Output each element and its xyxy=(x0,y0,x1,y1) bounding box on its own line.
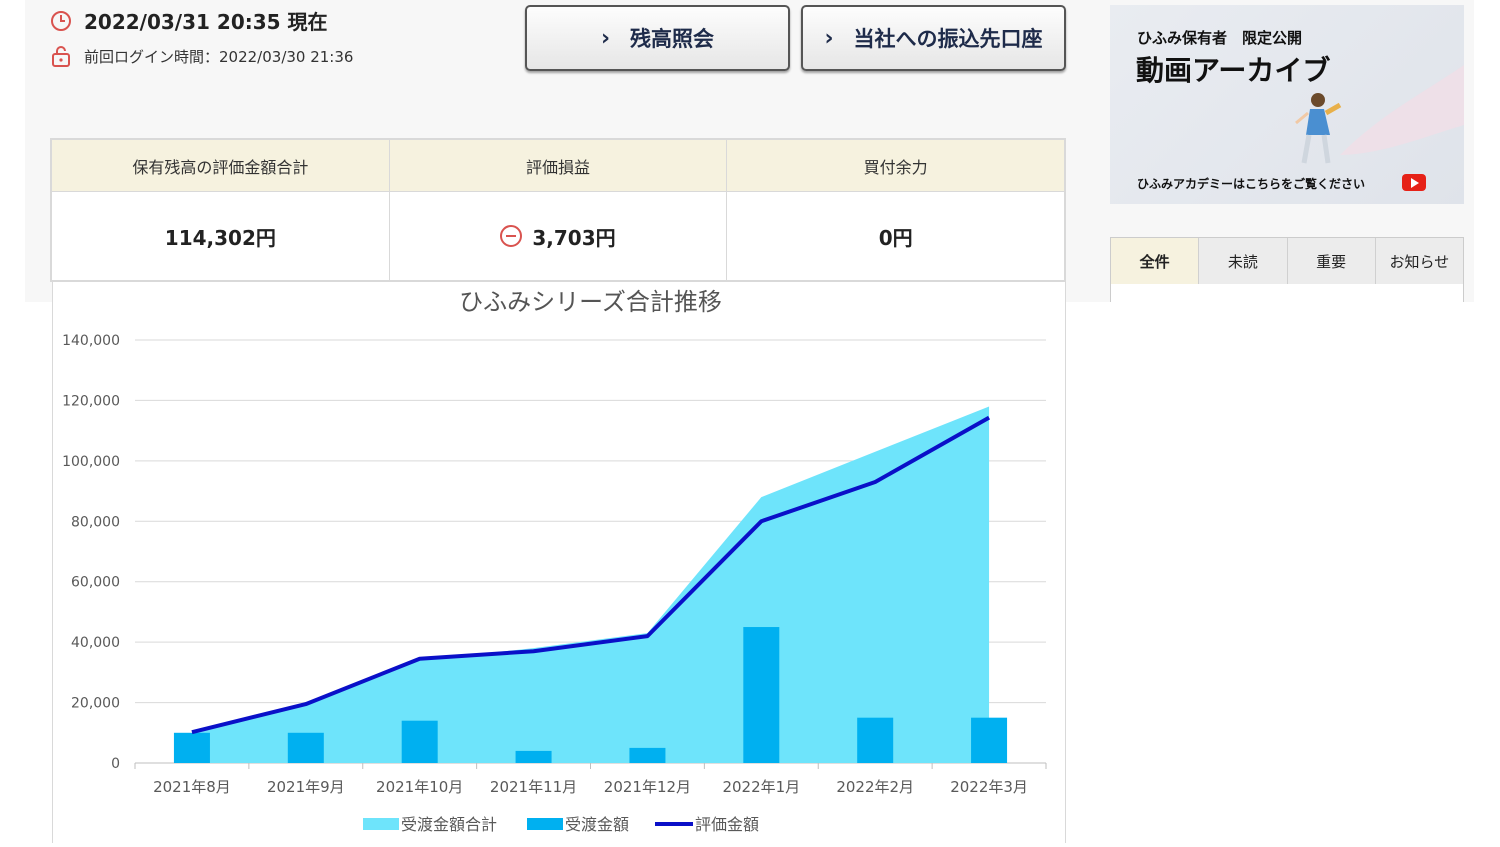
tab-all[interactable]: 全件 xyxy=(1111,238,1200,284)
bar-delivered-amount xyxy=(971,717,1008,763)
tab-notices[interactable]: お知らせ xyxy=(1375,238,1463,284)
clock-icon xyxy=(51,10,71,31)
y-tick-label: 60,000 xyxy=(71,575,120,591)
youtube-icon xyxy=(1402,174,1426,191)
x-tick-label: 2021年10月 xyxy=(376,778,463,796)
x-tick-label: 2022年1月 xyxy=(722,778,800,796)
y-tick-label: 140,000 xyxy=(62,333,120,349)
last-login-text: 前回ログイン時間：2022/03/30 21:36 xyxy=(84,47,354,66)
bar-delivered-amount xyxy=(857,717,894,763)
x-tick-label: 2021年12月 xyxy=(604,778,691,796)
last-login-row: 前回ログイン時間：2022/03/30 21:36 xyxy=(50,45,353,67)
legend-swatch-area xyxy=(363,818,399,830)
buying-power-amount: 0円 xyxy=(878,225,913,250)
x-tick-label: 2021年8月 xyxy=(153,778,231,796)
legend-label-bar: 受渡金額 xyxy=(565,815,629,834)
x-tick-label: 2022年2月 xyxy=(836,778,914,796)
balance-inquiry-label: 残高照会 xyxy=(630,27,715,51)
summary-valuation-value: 114,302円 xyxy=(52,192,390,280)
holdings-summary-table: 保有残高の評価金額合計 評価損益 買付余力 114,302円 3,703円 0円 xyxy=(50,138,1066,282)
y-tick-label: 20,000 xyxy=(71,696,120,712)
current-timestamp: 2022/03/31 20:35 現在 xyxy=(84,10,328,34)
banner-subtitle: ひふみ保有者 限定公開 xyxy=(1137,29,1303,47)
tab-unread[interactable]: 未読 xyxy=(1199,238,1288,284)
y-tick-label: 120,000 xyxy=(62,393,120,409)
summary-header-valuation: 保有残高の評価金額合計 xyxy=(52,140,390,191)
x-tick-label: 2021年9月 xyxy=(267,778,345,796)
lock-icon xyxy=(52,46,70,67)
legend-swatch-bar xyxy=(527,818,563,830)
bar-delivered-amount xyxy=(401,720,438,763)
bar-delivered-amount xyxy=(173,732,210,763)
notice-tabs: 全件 未読 重要 お知らせ xyxy=(1110,237,1464,302)
y-tick-label: 40,000 xyxy=(71,635,120,651)
video-archive-banner[interactable]: ひふみ保有者 限定公開 動画アーカイブ ひふみアカデミーはこちらをご覧ください xyxy=(1110,5,1464,204)
hifumi-total-chart: ひふみシリーズ合計推移 0 20,000 40,000 60,000 80,000 100,… xyxy=(62,288,1047,834)
summary-profit-loss-value: 3,703円 xyxy=(390,192,728,280)
summary-header-buying-power: 買付余力 xyxy=(863,157,928,177)
summary-header-profit-loss: 評価損益 xyxy=(390,140,728,191)
chevron-right-icon: › xyxy=(600,25,611,51)
area-series-total-delivered xyxy=(191,406,990,763)
bar-delivered-amount xyxy=(287,732,324,763)
valuation-amount: 114,302円 xyxy=(164,225,276,250)
y-tick-label: 80,000 xyxy=(71,514,120,530)
banner-footer: ひふみアカデミーはこちらをご覧ください xyxy=(1137,177,1366,191)
y-tick-label: 100,000 xyxy=(62,454,120,470)
y-tick-label: 0 xyxy=(111,756,120,772)
chevron-right-icon: › xyxy=(824,25,834,51)
summary-buying-power-value: 0円 xyxy=(727,192,1064,280)
profit-loss-amount: 3,703円 xyxy=(532,225,616,250)
tab-important[interactable]: 重要 xyxy=(1287,238,1376,284)
x-tick-label: 2021年11月 xyxy=(490,778,577,796)
banner-title: 動画アーカイブ xyxy=(1136,54,1331,87)
bar-delivered-amount xyxy=(743,627,780,763)
legend-label-line: 評価金額 xyxy=(695,815,759,834)
transfer-account-button[interactable]: › 当社への振込先口座 xyxy=(801,5,1066,71)
summary-header-row: 保有残高の評価金額合計 評価損益 買付余力 xyxy=(52,140,1064,192)
bar-delivered-amount xyxy=(515,750,552,763)
transfer-account-label: 当社への振込先口座 xyxy=(853,27,1043,51)
bar-delivered-amount xyxy=(629,747,666,763)
chart-container: ひふみシリーズ合計推移 0 20,000 40,000 60,000 80,000 100,… xyxy=(52,282,1066,843)
balance-inquiry-button[interactable]: › 残高照会 xyxy=(525,5,790,71)
chart-title: ひふみシリーズ合計推移 xyxy=(459,288,722,316)
timestamp-row: 2022/03/31 20:35 現在 xyxy=(50,6,328,35)
legend-label-area: 受渡金額合計 xyxy=(401,815,497,834)
summary-value-row: 114,302円 3,703円 0円 xyxy=(52,192,1064,280)
minus-circle-icon xyxy=(500,225,523,247)
x-tick-label: 2022年3月 xyxy=(950,778,1028,796)
tab-row: 全件 未読 重要 お知らせ xyxy=(1111,238,1463,284)
